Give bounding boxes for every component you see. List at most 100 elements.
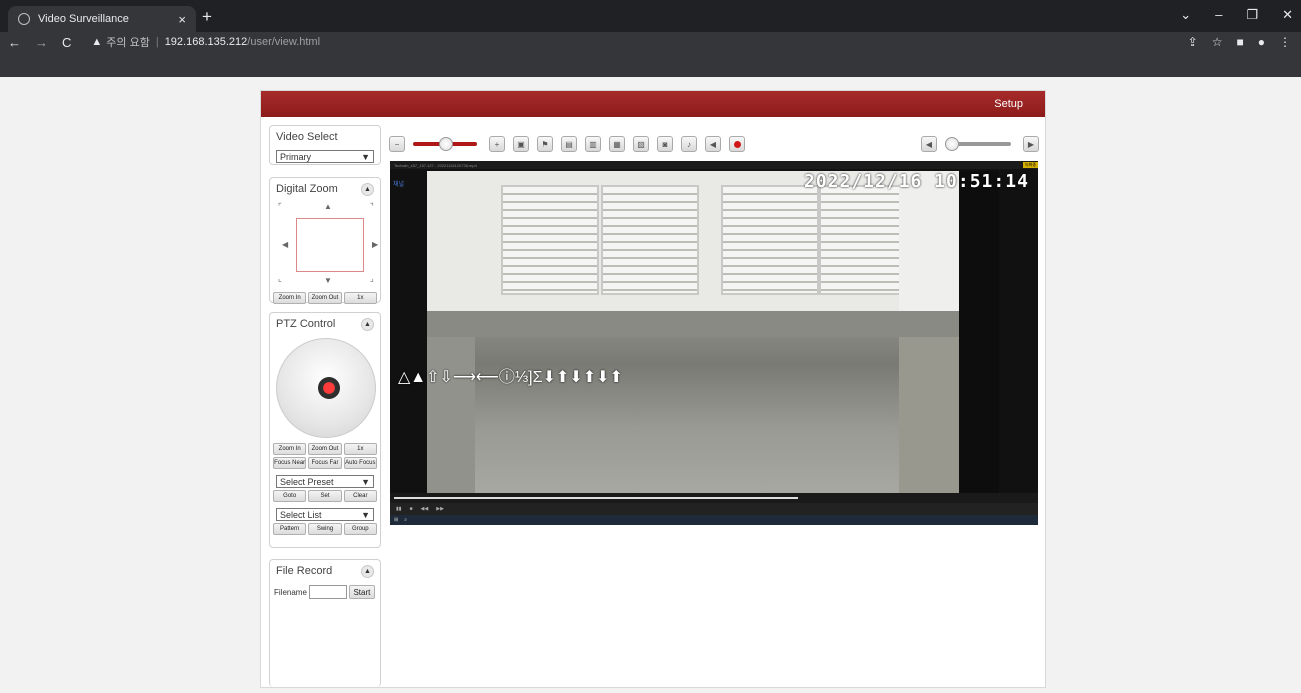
url-host[interactable]: 192.168.135.212 [165,36,248,48]
ptz-zoom-out-button[interactable]: Zoom Out [308,443,342,455]
snapshot-icon[interactable]: ◙ [657,136,673,152]
ptz-zoom-in-button[interactable]: Zoom In [273,443,307,455]
channel-label: 채널 [393,182,405,188]
group-button[interactable]: Group [343,523,377,535]
record-config2-icon[interactable]: ▧ [633,136,649,152]
back-icon[interactable]: ← [8,35,21,50]
restore-icon[interactable]: ❐ [1246,7,1258,23]
volume-slider[interactable] [945,137,1011,151]
corner-top-left-icon[interactable]: ⌜ [278,202,282,211]
corner-bottom-right-icon[interactable]: ⌟ [370,274,374,283]
fit-screen-icon[interactable]: ▣ [513,136,529,152]
close-tab-icon[interactable]: × [178,12,186,27]
scene-dark-edge [959,171,999,493]
forward-icon[interactable]: → [35,35,48,50]
share-icon[interactable]: ⇪ [1188,35,1198,49]
copy-icon[interactable]: ▤ [561,136,577,152]
collapse-icon[interactable]: ▲ [361,317,374,331]
pattern-button[interactable]: Pattern [273,523,307,535]
url-path[interactable]: /user/view.html [247,36,320,48]
minimize-icon[interactable]: – [1215,7,1222,23]
profile-icon[interactable]: ● [1258,35,1265,49]
embedded-taskbar: ⊞ ⌕ [390,515,1038,525]
arrow-down-icon[interactable]: ▼ [324,276,332,285]
auto-focus-button[interactable]: Auto Focus [343,457,377,469]
goto-button[interactable]: Goto [273,490,307,502]
ptz-1x-button[interactable]: 1x [343,443,377,455]
address-bar: ← → C ▲ 주의 요함 | 192.168.135.212 /user/vi… [0,32,1301,52]
zoom-slider-thumb[interactable] [439,137,453,151]
close-window-icon[interactable]: ✕ [1282,7,1293,23]
corner-top-right-icon[interactable]: ⌝ [370,202,374,211]
surveillance-page: Setup Video Select Primary ▼ Digital Zoo… [260,90,1046,688]
new-tab-button[interactable]: + [202,7,212,27]
zoom-slider[interactable] [413,137,477,151]
digital-zoom-panel: Digital Zoom ▲ ⌜ ▲ ⌝ ◀ ▶ ⌞ ▼ ⌟ Zoom In Z… [269,177,381,304]
bookmark-star-icon[interactable]: ☆ [1212,35,1223,49]
digital-zoom-title: Digital Zoom [276,183,338,195]
dz-zoom-in-button[interactable]: Zoom In [273,292,307,304]
setup-link[interactable]: Setup [994,98,1023,110]
volume-left-icon[interactable]: ◀ [921,136,937,152]
set-button[interactable]: Set [308,490,342,502]
browser-tab[interactable]: Video Surveillance × [8,6,196,32]
window-controls: ⌄ – ❐ ✕ [1180,7,1293,23]
filename-input[interactable] [308,585,347,599]
corner-bottom-left-icon[interactable]: ⌞ [278,274,282,283]
swing-button[interactable]: Swing [308,523,342,535]
joystick-knob[interactable] [318,377,340,399]
arrow-right-icon[interactable]: ▶ [372,240,378,249]
video-timestamp: 2022/12/16 10:51:14 [804,171,1029,192]
dz-zoom-out-button[interactable]: Zoom Out [308,292,342,304]
chevron-down-icon: ▼ [361,509,370,520]
paste-icon[interactable]: ▥ [585,136,601,152]
video-progress-bar[interactable] [390,493,1038,503]
joystick-ball[interactable] [276,338,376,438]
arrow-up-icon[interactable]: ▲ [324,202,332,211]
globe-icon [18,13,30,25]
browser-actions: ⇪ ☆ ■ ● ⋮ [1188,35,1291,49]
video-select-dropdown[interactable]: Primary ▼ [276,150,374,163]
preset-value: Select Preset [280,476,334,487]
prev-icon[interactable]: ◀◀ [421,506,429,512]
dz-1x-button[interactable]: 1x [343,292,377,304]
tab-search-icon[interactable]: ⌄ [1180,7,1191,23]
next-icon[interactable]: ▶▶ [436,506,444,512]
zoom-out-icon[interactable]: − [389,136,405,152]
progress-line [394,497,798,499]
record-config-icon[interactable]: ▦ [609,136,625,152]
zoom-in-icon[interactable]: + [489,136,505,152]
warning-icon[interactable]: ▲ [91,36,102,48]
start-record-button[interactable]: Start [348,585,375,599]
menu-icon[interactable]: ⋮ [1279,35,1291,49]
microphone-icon[interactable]: ♪ [681,136,697,152]
volume-slider-thumb[interactable] [945,137,959,151]
volume-right-icon[interactable]: ▶ [1023,136,1039,152]
record-dot-icon [733,140,741,148]
louver-2 [601,185,699,295]
sidepanel-icon[interactable]: ■ [1237,35,1244,49]
collapse-icon[interactable]: ▲ [361,182,374,196]
collapse-icon[interactable]: ▲ [361,564,374,578]
zoom-frame[interactable] [296,218,364,272]
security-warning[interactable]: 주의 요함 [106,34,150,50]
overlay-glyphs: △▲⇧⇩⟶⟵ⓘ⅓]Σ⬇⬆⬇⬆⬇⬆ [398,369,623,386]
search-icon: ⌕ [404,517,408,523]
ptz-joystick[interactable] [270,335,380,441]
stop-icon[interactable]: ■ [410,506,413,512]
arrow-left-icon[interactable]: ◀ [282,240,288,249]
list-dropdown[interactable]: Select List ▼ [276,508,374,521]
louver-3 [721,185,819,295]
focus-near-button[interactable]: Focus Near [273,457,307,469]
clear-button[interactable]: Clear [343,490,377,502]
pause-icon[interactable]: ▮▮ [396,506,402,512]
reload-icon[interactable]: C [62,35,71,50]
record-button[interactable] [729,136,745,152]
motion-icon[interactable]: ⚑ [537,136,553,152]
preset-dropdown[interactable]: Select Preset ▼ [276,475,374,488]
video-viewport[interactable]: Techwin_x57_157.127 - 20221116120738.mp4… [390,161,1038,525]
focus-far-button[interactable]: Focus Far [308,457,342,469]
list-value: Select List [280,509,322,520]
digital-zoom-area[interactable]: ⌜ ▲ ⌝ ◀ ▶ ⌞ ▼ ⌟ [276,200,378,290]
speaker-mute-icon[interactable]: ◀ [705,136,721,152]
